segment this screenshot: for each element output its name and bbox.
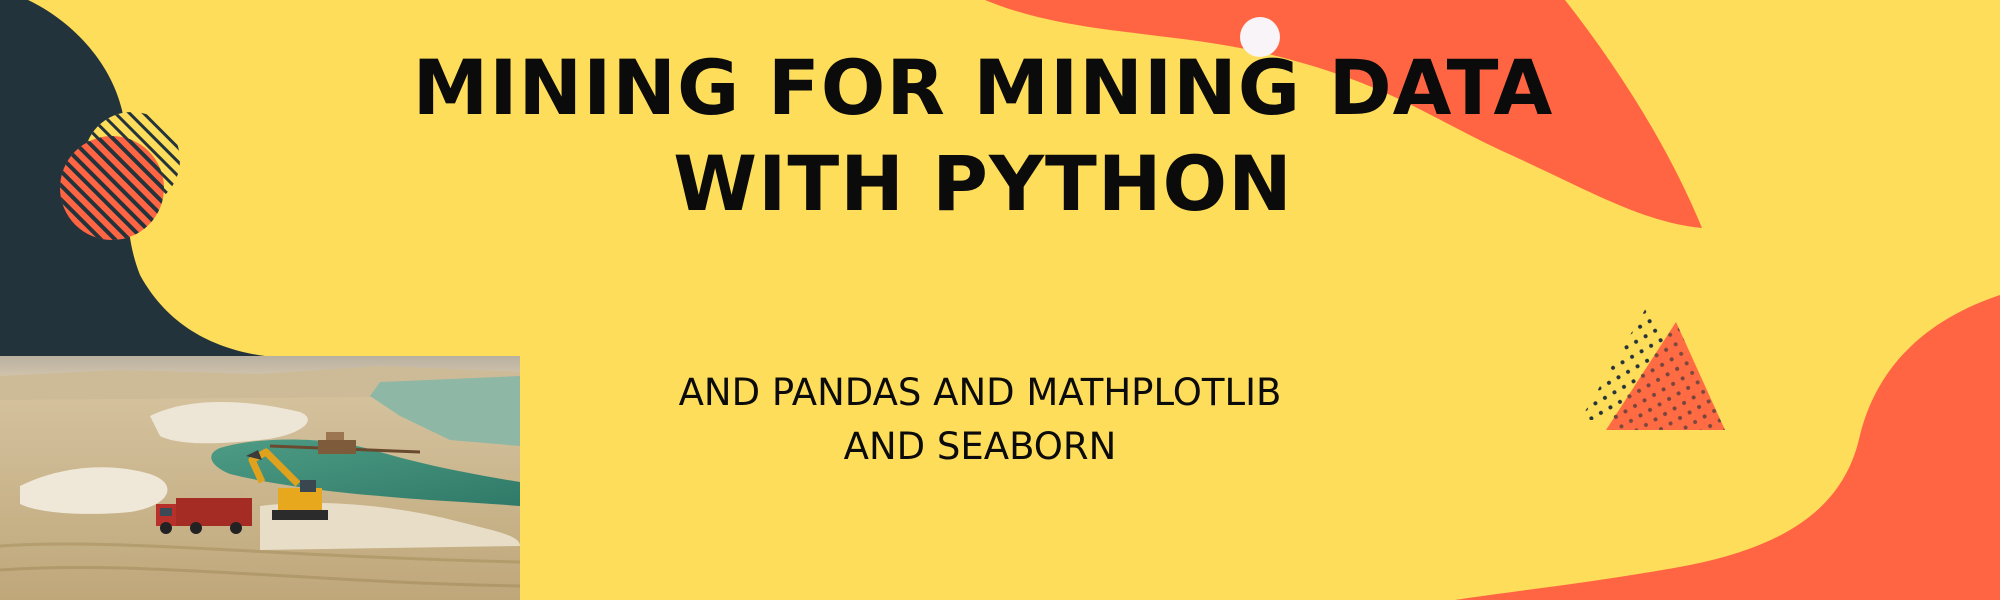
subtitle-line-2: AND SEABORN [843,425,1117,468]
quarry-photo [0,356,520,600]
banner: MINING FOR MINING DATA WITH PYTHON AND P… [0,0,2000,600]
dotted-triangle-icon [1580,308,1725,430]
page-title: MINING FOR MINING DATA WITH PYTHON [0,40,1966,232]
subtitle: AND PANDAS AND MATHPLOTLIB AND SEABORN [500,366,1460,474]
subtitle-line-1: AND PANDAS AND MATHPLOTLIB [678,371,1282,414]
orange-blob-bottom-right [1455,295,2000,600]
title-line-2: WITH PYTHON [673,139,1293,228]
title-line-1: MINING FOR MINING DATA [412,43,1554,132]
